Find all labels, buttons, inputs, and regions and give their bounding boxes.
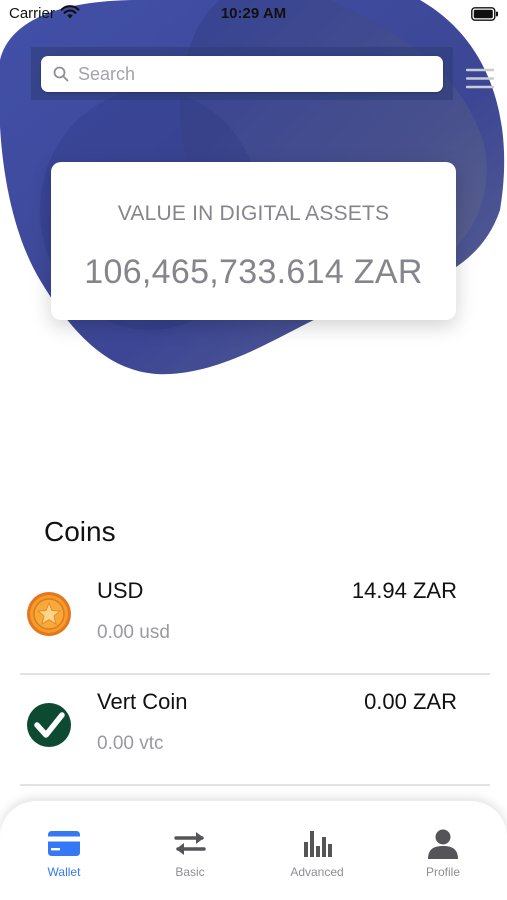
vertcoin-icon <box>27 703 71 747</box>
row-divider <box>20 784 490 786</box>
tab-basic[interactable]: Basic <box>127 801 253 900</box>
portfolio-value-label: VALUE IN DIGITAL ASSETS <box>117 202 390 225</box>
tab-label: Basic <box>175 865 205 879</box>
person-icon <box>428 829 458 859</box>
tab-label: Profile <box>425 865 460 879</box>
transfer-arrows-icon <box>174 832 206 855</box>
coin-row-usd[interactable]: USD 14.94 ZAR 0.00 usd <box>20 564 490 675</box>
coin-name: USD <box>97 578 144 603</box>
star-coin-icon <box>27 592 71 636</box>
coin-value: 0.00 ZAR <box>364 689 457 714</box>
coin-value: 14.94 ZAR <box>351 578 457 603</box>
wallet-icon <box>48 831 80 856</box>
portfolio-value-amount: 106,465,733.614 ZAR <box>84 253 423 291</box>
coin-name: Vert Coin <box>97 689 188 714</box>
coin-row-vert-coin[interactable]: Vert Coin 0.00 ZAR 0.00 vtc <box>20 675 490 786</box>
coins-section-title: Coins <box>44 516 116 547</box>
tab-advanced[interactable]: Advanced <box>254 801 380 900</box>
coin-balance: 0.00 usd <box>97 622 170 643</box>
tab-profile[interactable]: Profile <box>380 801 506 900</box>
status-bar: Carrier 10:29 AM <box>0 0 507 30</box>
battery-icon <box>471 7 498 21</box>
hamburger-menu-icon[interactable] <box>466 68 494 90</box>
search-icon <box>53 66 69 82</box>
tab-label: Advanced <box>290 865 344 879</box>
bar-chart-icon <box>304 831 332 857</box>
bottom-tab-bar: Wallet Basic Advanced Profile <box>0 801 507 900</box>
coin-balance: 0.00 vtc <box>97 733 164 754</box>
portfolio-value-card: VALUE IN DIGITAL ASSETS 106,465,733.614 … <box>51 162 456 320</box>
wallet-screen: Carrier 10:29 AM Search VALUE IN DIGITAL… <box>0 0 507 900</box>
tab-wallet[interactable]: Wallet <box>1 801 127 900</box>
status-time: 10:29 AM <box>220 5 287 22</box>
search-input[interactable]: Search <box>41 56 443 92</box>
tab-label: Wallet <box>47 865 81 879</box>
search-placeholder: Search <box>78 64 136 84</box>
